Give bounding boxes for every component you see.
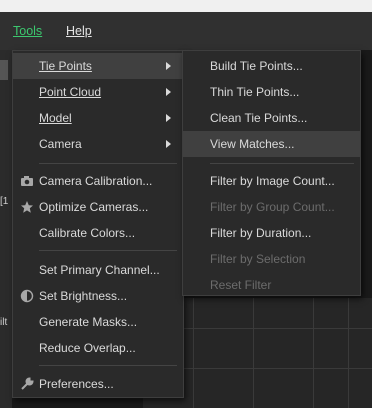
- background-toolbar-strip: [0, 60, 8, 80]
- menubar-tools[interactable]: Tools: [13, 12, 42, 50]
- menubar-help-label: Help: [66, 24, 92, 38]
- menu-item-point-cloud[interactable]: Point Cloud: [13, 79, 183, 105]
- menu-item-calibrate-colors[interactable]: Calibrate Colors...: [13, 220, 183, 246]
- menu-item-label: View Matches...: [210, 137, 295, 151]
- camera-icon: [21, 176, 33, 186]
- menu-item-label: Clean Tie Points...: [210, 111, 308, 125]
- menu-item-generate-masks[interactable]: Generate Masks...: [13, 309, 183, 335]
- menu-item-label: Generate Masks...: [39, 315, 138, 329]
- background-text: [1: [0, 196, 9, 207]
- menu-item-label: Reset Filter: [210, 278, 272, 292]
- menu-item-view-matches[interactable]: View Matches...: [183, 131, 360, 157]
- menu-separator: [39, 365, 177, 366]
- menu-item-label: Reduce Overlap...: [39, 341, 136, 355]
- background-panel: [0, 50, 12, 408]
- tools-menu: Tie Points Point Cloud Model Camera Came…: [12, 50, 184, 398]
- menu-item-reset-filter[interactable]: Reset Filter: [183, 272, 360, 298]
- submenu-arrow-icon: [166, 114, 171, 122]
- menu-item-label: Model: [39, 111, 72, 125]
- menu-item-camera[interactable]: Camera: [13, 131, 183, 157]
- menu-item-label: Build Tie Points...: [210, 59, 303, 73]
- menu-item-label: Camera: [39, 137, 82, 151]
- menu-item-label: Set Brightness...: [39, 289, 128, 303]
- menu-item-set-brightness[interactable]: Set Brightness...: [13, 283, 183, 309]
- background-text: ilt: [0, 317, 8, 328]
- menubar-help[interactable]: Help: [66, 12, 92, 50]
- submenu-arrow-icon: [166, 140, 171, 148]
- menu-item-label: Filter by Group Count...: [210, 200, 335, 214]
- menu-item-filter-by-duration[interactable]: Filter by Duration...: [183, 220, 360, 246]
- menu-item-build-tie-points[interactable]: Build Tie Points...: [183, 53, 360, 79]
- menubar: Tools Help: [0, 12, 372, 50]
- menu-item-label: Set Primary Channel...: [39, 263, 160, 277]
- star-icon: [21, 201, 33, 213]
- submenu-arrow-icon: [166, 62, 171, 70]
- brightness-icon: [20, 289, 34, 303]
- menu-item-clean-tie-points[interactable]: Clean Tie Points...: [183, 105, 360, 131]
- menubar-tools-label: Tools: [13, 24, 43, 38]
- window-top-strip: [0, 0, 372, 12]
- menu-item-tie-points[interactable]: Tie Points: [13, 53, 183, 79]
- menu-item-camera-calibration[interactable]: Camera Calibration...: [13, 168, 183, 194]
- menu-item-filter-by-group-count[interactable]: Filter by Group Count...: [183, 194, 360, 220]
- submenu-arrow-icon: [166, 88, 171, 96]
- menu-item-label: Preferences...: [39, 377, 114, 391]
- menu-item-label: Tie Points: [39, 59, 92, 73]
- menu-item-label: Filter by Duration...: [210, 226, 312, 240]
- menu-item-optimize-cameras[interactable]: Optimize Cameras...: [13, 194, 183, 220]
- menu-item-label: Thin Tie Points...: [210, 85, 300, 99]
- wrench-icon: [21, 377, 34, 390]
- menu-separator: [39, 163, 177, 164]
- menu-item-filter-by-image-count[interactable]: Filter by Image Count...: [183, 168, 360, 194]
- menu-item-label: Point Cloud: [39, 85, 102, 99]
- menu-item-set-primary-channel[interactable]: Set Primary Channel...: [13, 257, 183, 283]
- menu-item-label: Camera Calibration...: [39, 174, 153, 188]
- menu-item-model[interactable]: Model: [13, 105, 183, 131]
- tie-points-submenu: Build Tie Points... Thin Tie Points... C…: [182, 50, 361, 296]
- menu-item-label: Filter by Image Count...: [210, 174, 335, 188]
- menu-item-thin-tie-points[interactable]: Thin Tie Points...: [183, 79, 360, 105]
- menu-separator: [210, 163, 354, 164]
- menu-separator: [39, 250, 177, 251]
- menu-item-preferences[interactable]: Preferences...: [13, 371, 183, 397]
- menu-item-label: Calibrate Colors...: [39, 226, 136, 240]
- menu-item-reduce-overlap[interactable]: Reduce Overlap...: [13, 335, 183, 361]
- menu-item-label: Optimize Cameras...: [39, 200, 149, 214]
- menu-item-filter-by-selection[interactable]: Filter by Selection: [183, 246, 360, 272]
- menu-item-label: Filter by Selection: [210, 252, 306, 266]
